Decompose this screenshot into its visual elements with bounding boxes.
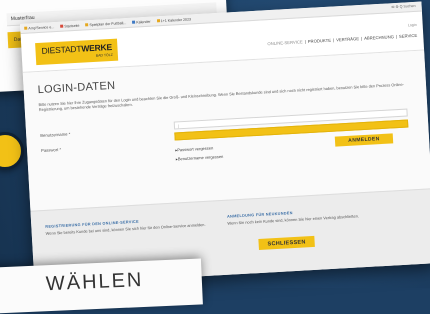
nav-item-produkte[interactable]: PRODUKTE xyxy=(308,38,332,44)
nav-separator: | xyxy=(304,39,306,45)
new-customer-column: ANMELDUNG FÜR NEUKUNDEN Wenn Sie noch ke… xyxy=(227,205,397,226)
nav-item-service[interactable]: SERVICE xyxy=(399,33,418,39)
main-nav: ONLINE-SERVICE | PRODUKTE | VERTRÄGE | A… xyxy=(267,33,417,46)
login-section: LOGIN-DATEN Bitte nutzen Sie hier Ihre Z… xyxy=(22,50,430,211)
username-label: Benutzername * xyxy=(40,131,71,139)
bookmark-label: Kalender xyxy=(136,19,151,25)
bookmark-label: 1+1 Kalender 2023 xyxy=(160,16,192,23)
bookmark-label: Amp'Service e... xyxy=(28,24,55,31)
browser-utility-icons[interactable]: ✉ ⚙ Q Suchen xyxy=(391,2,416,12)
close-button[interactable]: SCHLIESSEN xyxy=(258,235,315,251)
bookmark-icon xyxy=(85,23,89,27)
bookmark-icon xyxy=(60,24,64,28)
bottom-overlay-card: WÄHLEN xyxy=(0,258,203,314)
bookmark-item[interactable]: Kalender xyxy=(132,19,151,24)
nav-item-abrechnung[interactable]: ABRECHNUNG xyxy=(364,34,394,41)
bookmark-label: Spielplan der Fußball... xyxy=(89,20,127,27)
bookmark-item[interactable]: Spielplan der Fußball... xyxy=(85,21,126,27)
bookmark-label: Startseite xyxy=(64,23,80,29)
nav-item-online-service[interactable]: ONLINE-SERVICE xyxy=(267,39,303,46)
bookmark-icon xyxy=(132,20,136,24)
login-button[interactable]: ANMELDEN xyxy=(334,133,394,147)
bookmark-icon xyxy=(156,19,160,23)
forgot-password-link[interactable]: Passwort vergessen xyxy=(175,145,213,152)
login-page-screenshot: Amp'Service e... Startseite Spielplan de… xyxy=(20,1,430,286)
nav-separator: | xyxy=(395,33,398,40)
bookmark-item[interactable]: 1+1 Kalender 2023 xyxy=(156,16,192,23)
nav-separator: | xyxy=(360,35,363,41)
stadtwerke-logo[interactable]: DIESTADTWERKE BAD TÖLZ xyxy=(35,38,119,66)
password-label: Passwort * xyxy=(40,146,62,154)
bookmark-item[interactable]: Startseite xyxy=(60,23,80,29)
login-link[interactable]: Login xyxy=(408,23,417,27)
registration-column: REGISTRIERUNG FÜR DEN ONLINE-SERVICE Wen… xyxy=(45,215,215,236)
forgot-username-link[interactable]: Benutzername vergessen xyxy=(176,154,224,162)
bottom-card-heading: WÄHLEN xyxy=(45,268,144,296)
nav-item-vertraege[interactable]: VERTRÄGE xyxy=(336,36,359,42)
bookmark-item[interactable]: Amp'Service e... xyxy=(24,25,54,31)
nav-separator: | xyxy=(332,37,335,43)
bookmark-icon xyxy=(24,26,28,30)
